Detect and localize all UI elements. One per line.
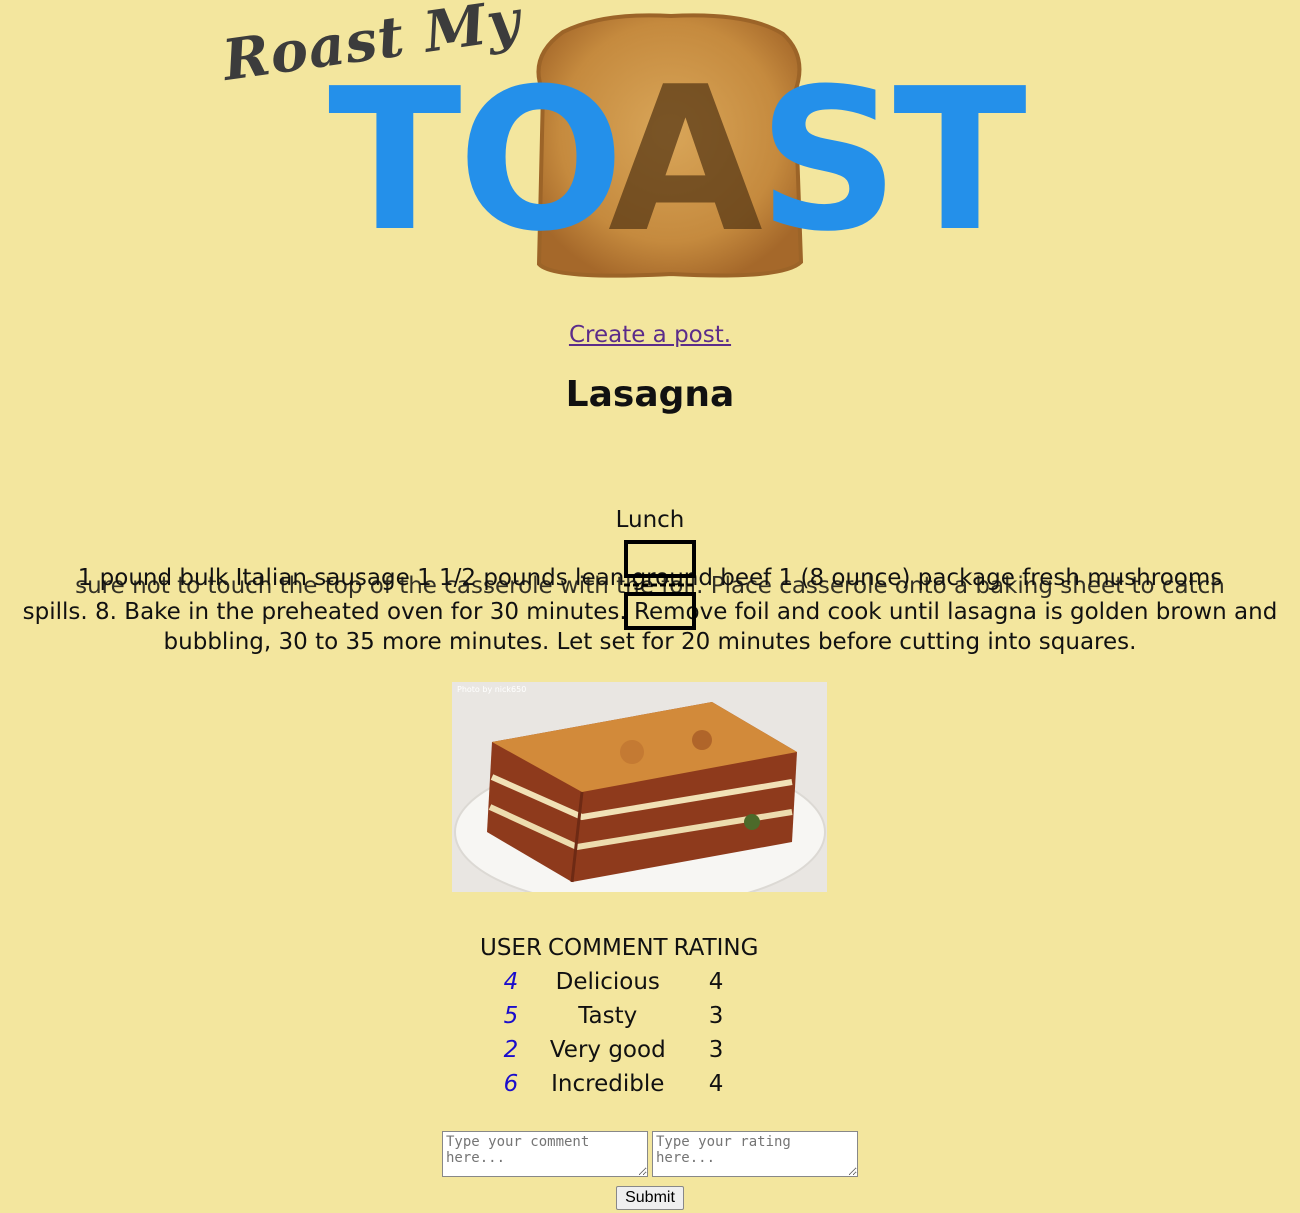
rating-cell: 4	[708, 969, 724, 995]
table-row: 6 Incredible 4	[477, 1067, 761, 1101]
site-header: Roast My TO A ST	[0, 0, 1300, 300]
user-link[interactable]: 2	[504, 1037, 519, 1063]
rating-cell: 3	[708, 1003, 724, 1029]
comment-cell: Delicious	[555, 969, 660, 995]
table-row: 5 Tasty 3	[477, 999, 761, 1033]
column-header-comment: COMMENT	[547, 935, 668, 961]
column-header-rating: RATING	[673, 935, 759, 961]
logo-to: TO	[328, 47, 624, 275]
user-link[interactable]: 4	[504, 969, 519, 995]
table-row: 2 Very good 3	[477, 1033, 761, 1067]
comment-cell: Incredible	[551, 1071, 665, 1097]
rating-cell: 3	[708, 1037, 724, 1063]
comment-cell: Very good	[549, 1037, 666, 1063]
comment-form: Submit	[0, 1131, 1300, 1210]
photo-credit: Photo by nick650	[457, 685, 527, 694]
submit-button[interactable]: Submit	[616, 1186, 684, 1210]
logo-a: A	[608, 44, 763, 277]
user-link[interactable]: 6	[504, 1071, 519, 1097]
post-category: Lunch	[615, 507, 685, 533]
comments-header-row: USER COMMENT RATING	[477, 931, 761, 965]
rating-cell: 4	[708, 1071, 724, 1097]
column-header-user: USER	[480, 935, 542, 961]
lasagna-photo: Photo by nick650	[452, 682, 827, 892]
table-row: 4 Delicious 4	[477, 965, 761, 999]
user-link[interactable]: 5	[504, 1003, 519, 1029]
create-post-link[interactable]: Create a post.	[0, 322, 1300, 348]
comments-table: USER COMMENT RATING 4 Delicious 4 5 Tast…	[477, 931, 761, 1101]
post-title: Lasagna	[565, 374, 735, 415]
rating-input[interactable]	[652, 1131, 858, 1177]
comment-input[interactable]	[442, 1131, 648, 1177]
comment-cell: Tasty	[578, 1003, 638, 1029]
broken-image-icon	[624, 540, 696, 630]
logo-st: ST	[758, 47, 1027, 275]
